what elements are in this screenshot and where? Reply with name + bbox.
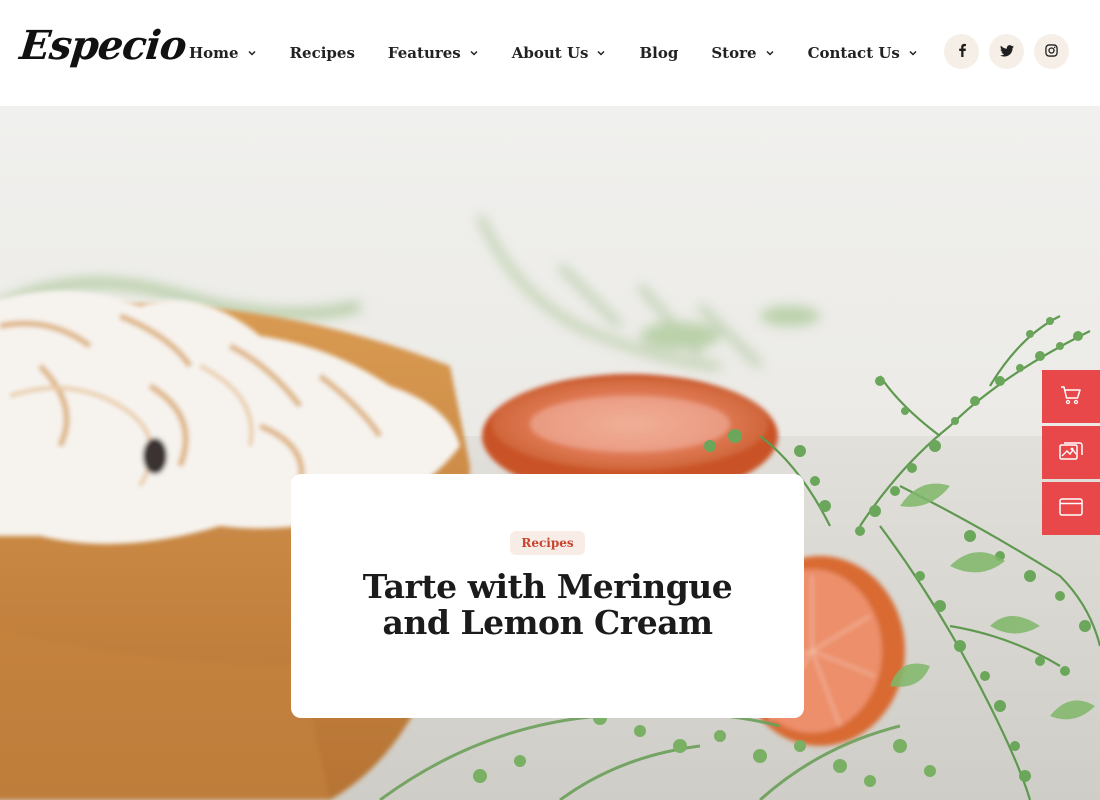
instagram-link[interactable]: [1034, 34, 1069, 69]
nav-item-about-us[interactable]: About Us: [512, 44, 607, 62]
nav-item-recipes[interactable]: Recipes: [290, 44, 355, 62]
nav-item-label: Store: [711, 44, 757, 62]
instagram-icon: [1045, 42, 1058, 61]
nav-item-blog[interactable]: Blog: [639, 44, 678, 62]
twitter-icon: [999, 42, 1014, 61]
facebook-icon: [956, 42, 968, 61]
nav-item-home[interactable]: Home: [189, 44, 257, 62]
browser-window-icon: [1059, 497, 1083, 521]
nav-item-label: Home: [189, 44, 239, 62]
facebook-link[interactable]: [944, 34, 979, 69]
twitter-link[interactable]: [989, 34, 1024, 69]
layout-button[interactable]: [1042, 482, 1100, 535]
chevron-down-icon: [908, 48, 918, 58]
featured-post-card[interactable]: Recipes Tarte with Meringue and Lemon Cr…: [291, 474, 804, 718]
post-title[interactable]: Tarte with Meringue and Lemon Cream: [328, 569, 768, 641]
nav-item-label: Blog: [639, 44, 679, 62]
site-header: Especio Home Recipes Features About Us B…: [0, 0, 1100, 106]
social-links: [934, 34, 1069, 69]
nav-item-contact-us[interactable]: Contact Us: [808, 44, 918, 62]
nav-item-store[interactable]: Store: [711, 44, 774, 62]
main-nav: Home Recipes Features About Us Blog Stor…: [189, 0, 951, 106]
nav-item-label: Features: [387, 44, 461, 62]
side-toolbar: [1042, 370, 1100, 538]
category-badge[interactable]: Recipes: [510, 531, 585, 555]
nav-item-label: About Us: [511, 44, 589, 62]
nav-item-features[interactable]: Features: [388, 44, 479, 62]
chevron-down-icon: [765, 48, 775, 58]
cart-button[interactable]: [1042, 370, 1100, 423]
site-logo[interactable]: Especio: [18, 22, 189, 69]
chevron-down-icon: [596, 48, 606, 58]
nav-item-label: Contact Us: [807, 44, 900, 62]
nav-item-label: Recipes: [289, 44, 355, 62]
images-icon: [1059, 441, 1083, 465]
chevron-down-icon: [469, 48, 479, 58]
chevron-down-icon: [247, 48, 257, 58]
cart-icon: [1060, 385, 1082, 409]
demos-button[interactable]: [1042, 426, 1100, 479]
